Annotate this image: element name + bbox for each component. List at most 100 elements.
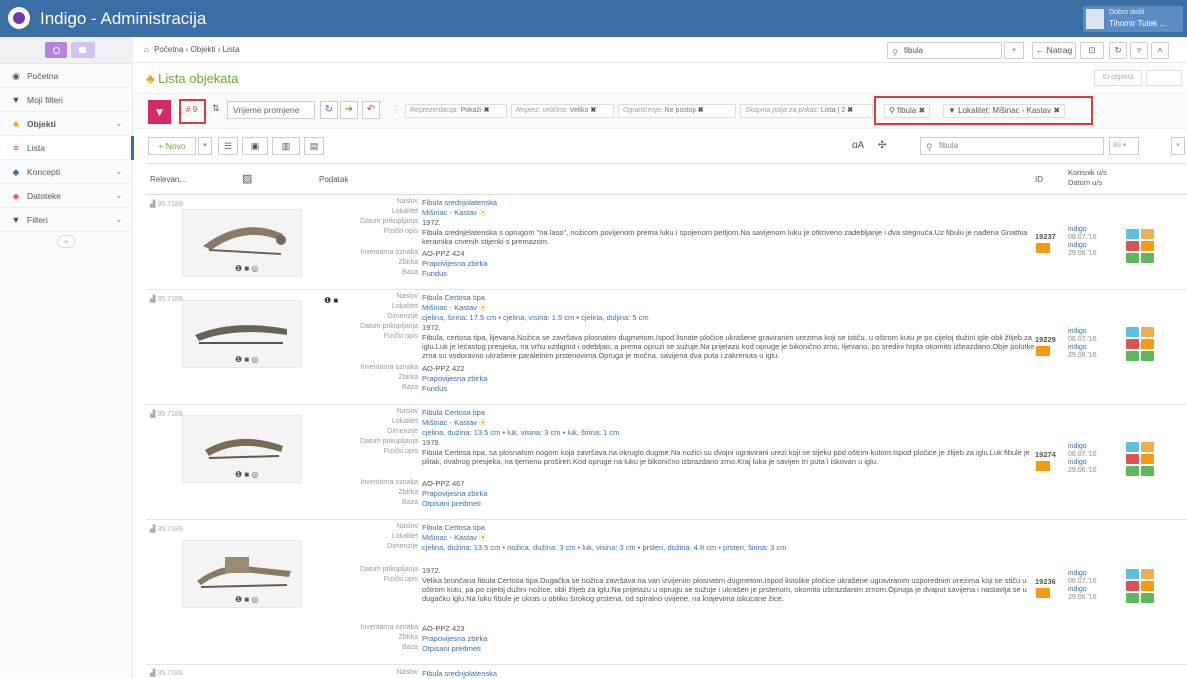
share-button[interactable]: [1141, 229, 1154, 239]
arrow-right-icon[interactable]: ➔: [340, 101, 358, 119]
extra-select[interactable]: ▾: [1171, 137, 1185, 155]
monitor-icon[interactable]: ⊡: [1080, 42, 1104, 59]
field-value[interactable]: Prapovijesna zbirka: [422, 634, 1047, 643]
info-icon[interactable]: ❶: [235, 470, 242, 479]
text-size-icon[interactable]: ɑA: [852, 140, 864, 151]
refresh-icon[interactable]: ↻: [320, 101, 338, 119]
user-link[interactable]: indigo: [1068, 443, 1097, 451]
table-row[interactable]: ▟ 35.7189 ❶ ■ ◎ Naslov Fibula srednjolat…: [146, 195, 1187, 290]
sort-icon[interactable]: ⇅: [212, 103, 220, 114]
back-button[interactable]: ← Natrag: [1032, 42, 1076, 59]
list-search-input[interactable]: ⚲ fibula: [920, 137, 1104, 155]
field-value[interactable]: Fibula srednjolatenska: [422, 198, 1047, 207]
target-icon[interactable]: ◎: [251, 470, 258, 479]
columns-icon[interactable]: ▥: [272, 137, 300, 155]
sort-select[interactable]: Vrijeme promjene: [227, 101, 315, 119]
chevron-up-icon[interactable]: ˄: [1151, 42, 1169, 59]
header-search-dropdown[interactable]: ▾: [1004, 42, 1024, 59]
delete-button[interactable]: [1126, 454, 1139, 464]
close-icon[interactable]: ✖: [484, 107, 490, 114]
sidebar-circle-button[interactable]: [45, 42, 67, 58]
home-icon[interactable]: ⌂: [144, 45, 149, 54]
edit-button[interactable]: [1126, 466, 1139, 476]
settings-icon[interactable]: ✣: [878, 140, 886, 151]
edit-button[interactable]: [1126, 593, 1139, 603]
object-id[interactable]: 19274: [1035, 450, 1056, 459]
field-value[interactable]: Fibula Certosa tipa: [422, 408, 1047, 417]
close-icon[interactable]: ✖: [1053, 106, 1060, 115]
list-view-icon[interactable]: ☰: [218, 137, 238, 155]
field-value[interactable]: Fibula srednjolatenska: [422, 669, 1047, 678]
object-thumbnail[interactable]: ❶ ■ ◎: [182, 209, 302, 277]
sidebar-item-pocetna[interactable]: ◉ Početna: [0, 64, 133, 88]
field-value[interactable]: Prapovijesna zbirka: [422, 259, 1047, 268]
filter-chip-location[interactable]: ▼ Lokalitet: Mišinac - Kastav ✖: [943, 104, 1066, 118]
image-button[interactable]: [1141, 253, 1154, 263]
image-button[interactable]: [1141, 466, 1154, 476]
object-id[interactable]: 19229: [1035, 335, 1056, 344]
table-row[interactable]: ▟ 35.7189 Naslov Fibula srednjolatenska: [146, 667, 1187, 679]
info-icon[interactable]: ❶: [235, 355, 242, 364]
table-row[interactable]: ▟ 35.7189 ❶ ■ ◎ ❶ ■ Naslov Fibula Certos…: [146, 290, 1187, 405]
filter-funnel-icon[interactable]: ▼: [148, 100, 171, 124]
object-thumbnail[interactable]: ❶ ■ ◎: [182, 415, 302, 483]
field-value[interactable]: Otpisani predmeti: [422, 499, 1047, 508]
tag-button[interactable]: [1141, 339, 1154, 349]
user-link[interactable]: indigo: [1068, 459, 1097, 467]
close-icon[interactable]: ✖: [698, 107, 704, 114]
field-value[interactable]: cjelina, dužina: 13.5 cm • nožica, dužin…: [422, 543, 1047, 562]
field-value[interactable]: Fundus: [422, 269, 1047, 278]
user-link[interactable]: indigo: [1068, 226, 1097, 234]
header-search-input[interactable]: ⚲ fibula: [887, 42, 1002, 59]
field-value[interactable]: Mišinac - Kastav ⦿: [422, 303, 1047, 312]
share-button[interactable]: [1141, 327, 1154, 337]
sidebar-item-koncepti[interactable]: ◆ Koncepti ⌄: [0, 160, 133, 184]
col-user[interactable]: Korisnik u/s: [1068, 168, 1107, 177]
location-badge-icon[interactable]: ⦿: [479, 303, 487, 312]
field-value[interactable]: Fibula Certosa tipa: [422, 523, 1047, 532]
delete-button[interactable]: [1126, 241, 1139, 251]
filter-icon[interactable]: ▿: [1130, 42, 1148, 59]
filter-chip-search[interactable]: ⚲ fibula ✖: [884, 104, 931, 118]
info-button[interactable]: [1126, 569, 1139, 579]
sidebar-item-moji-filteri[interactable]: ▼ Moji filteri: [0, 88, 133, 112]
col-data[interactable]: Podatak: [319, 175, 348, 184]
col-relevance[interactable]: Relevan...: [150, 175, 186, 184]
sidebar-item-lista[interactable]: ≡ Lista: [0, 136, 134, 160]
undo-icon[interactable]: ↶: [362, 101, 380, 119]
info-button[interactable]: [1126, 442, 1139, 452]
field-value[interactable]: Mišinac - Kastav ⦿: [422, 533, 1047, 542]
field-value[interactable]: Mišinac - Kastav ⦿: [422, 418, 1047, 427]
new-dropdown-button[interactable]: ▾: [198, 137, 212, 155]
stop-icon[interactable]: ■: [244, 470, 249, 479]
object-thumbnail[interactable]: ❶ ■ ◎: [182, 540, 302, 608]
field-value[interactable]: Prapovijesna zbirka: [422, 374, 1047, 383]
info-button[interactable]: [1126, 229, 1139, 239]
filter-chip[interactable]: Skupina polja za prikaz: Lista | 2 ✖: [740, 104, 873, 118]
breadcrumb-pocetna[interactable]: Početna: [154, 45, 183, 54]
tag-button[interactable]: [1141, 454, 1154, 464]
field-value[interactable]: Prapovijesna zbirka: [422, 489, 1047, 498]
object-thumbnail[interactable]: ❶ ■ ◎: [182, 300, 302, 368]
info-icon[interactable]: ❶: [235, 264, 242, 273]
breadcrumb-objekti[interactable]: Objekti: [191, 45, 216, 54]
image-icon[interactable]: ▨: [242, 172, 252, 185]
user-link[interactable]: indigo: [1068, 242, 1097, 250]
delete-button[interactable]: [1126, 339, 1139, 349]
user-link[interactable]: indigo: [1068, 586, 1097, 594]
table-row[interactable]: ▟ 35.7189 ❶ ■ ◎ Naslov Fibula Certosa ti…: [146, 520, 1187, 665]
edit-button[interactable]: [1126, 351, 1139, 361]
info-button[interactable]: [1126, 327, 1139, 337]
col-date[interactable]: Datum u/s: [1068, 178, 1102, 187]
location-badge-icon[interactable]: ⦿: [479, 208, 487, 217]
sidebar-item-filteri[interactable]: ▼ Filteri ⌄: [0, 208, 133, 232]
image-view-icon[interactable]: ▣: [242, 137, 268, 155]
refresh-icon[interactable]: ↻: [1109, 42, 1127, 59]
menu-dots-icon[interactable]: ⋮: [392, 105, 400, 114]
table-row[interactable]: ▟ 35.7189 ❶ ■ ◎ Naslov Fibula Certosa ti…: [146, 405, 1187, 520]
edit-button[interactable]: [1126, 253, 1139, 263]
field-value[interactable]: Mišinac - Kastav ⦿: [422, 208, 1047, 217]
object-id-input[interactable]: ID objekta: [1094, 70, 1142, 86]
sidebar-item-objekti[interactable]: ♣ Objekti ⌄: [0, 112, 133, 136]
object-id-button[interactable]: [1146, 70, 1182, 86]
